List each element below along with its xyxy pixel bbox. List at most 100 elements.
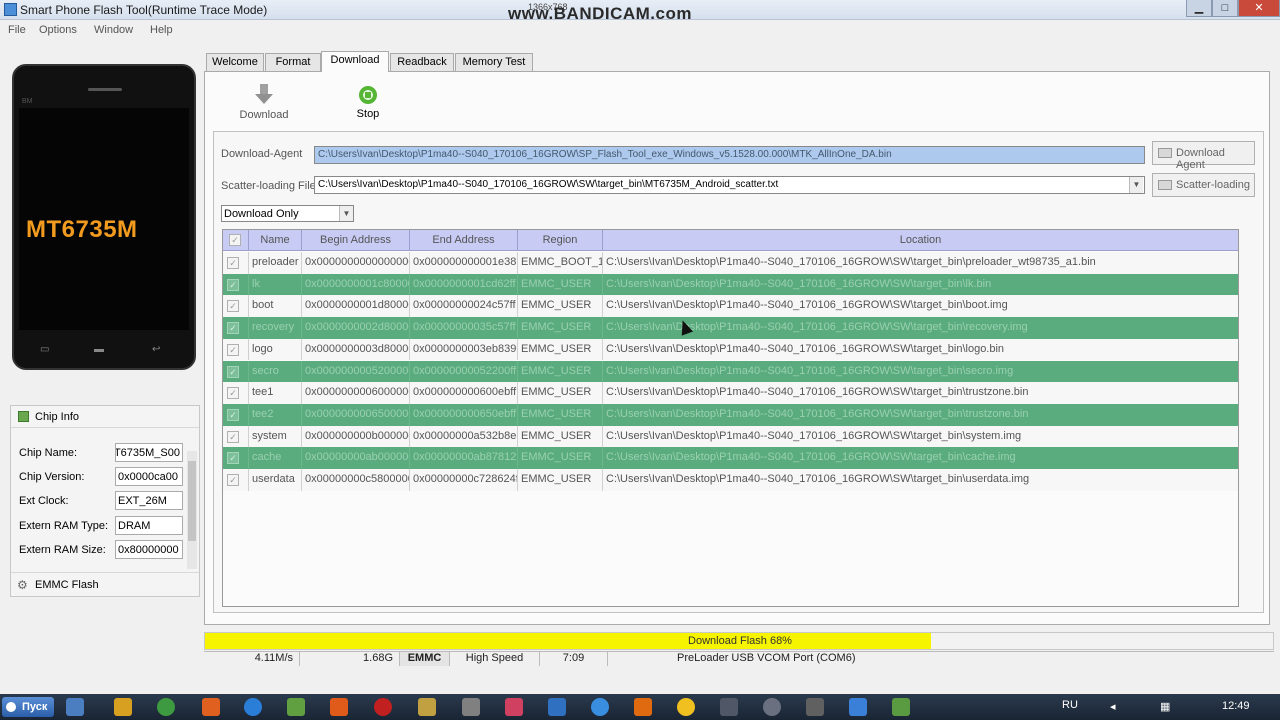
ext-clock-field[interactable]: EXT_26M xyxy=(115,491,183,510)
cell-end: 0x0000000003eb8397 xyxy=(410,338,518,361)
menu-window[interactable]: Window xyxy=(94,24,133,36)
row-checkbox[interactable]: ✓ xyxy=(227,452,239,465)
cell-begin: 0x0000000002d80000 xyxy=(302,317,410,339)
header-end-address[interactable]: End Address xyxy=(410,230,518,251)
minimize-button[interactable]: ▁ xyxy=(1186,0,1212,17)
mi-icon-2[interactable] xyxy=(634,698,652,716)
ext-clock-row: Ext Clock: EXT_26M xyxy=(19,491,189,511)
status-usb-speed: High Speed xyxy=(450,652,540,666)
back-key-icon: ↩ xyxy=(152,344,161,355)
network-icon[interactable]: ▦ xyxy=(1160,700,1170,713)
cell-name: tee1 xyxy=(249,382,302,404)
ram-size-field[interactable]: 0x80000000 xyxy=(115,540,183,559)
download-mode-select[interactable]: Download Only ▼ xyxy=(221,205,354,222)
maximize-button[interactable]: □ xyxy=(1212,0,1238,17)
app-icon[interactable] xyxy=(462,698,480,716)
tab-download[interactable]: Download xyxy=(321,51,389,72)
mi-icon[interactable] xyxy=(202,698,220,716)
app2-icon[interactable] xyxy=(505,698,523,716)
chrome-icon[interactable] xyxy=(157,698,175,716)
menu-options[interactable]: Options xyxy=(39,24,77,36)
select-all-checkbox[interactable]: ✓ xyxy=(229,234,241,246)
skype-icon[interactable] xyxy=(591,698,609,716)
table-row[interactable]: ✓ userdata 0x00000000c5800000 0x00000000c72… xyxy=(223,469,1238,491)
chip-version-field[interactable]: 0x0000ca00 xyxy=(115,467,183,486)
table-row[interactable]: ✓ tee1 0x0000000006000000 0x000000000600ebf… xyxy=(223,382,1238,404)
folder-icon xyxy=(1158,148,1172,158)
row-checkbox[interactable]: ✓ xyxy=(227,278,239,291)
home-key-icon: ▬ xyxy=(94,344,104,355)
chip-info-scrollbar[interactable] xyxy=(187,451,197,569)
internet-explorer-icon[interactable] xyxy=(244,698,262,716)
row-checkbox[interactable]: ✓ xyxy=(227,257,239,269)
table-row[interactable]: ✓ secro 0x0000000005200000 0x00000000052200… xyxy=(223,360,1238,383)
row-checkbox[interactable]: ✓ xyxy=(227,343,239,356)
header-region[interactable]: Region xyxy=(518,230,603,251)
row-checkbox[interactable]: ✓ xyxy=(227,365,239,378)
menu-help[interactable]: Help xyxy=(150,24,173,36)
cell-begin: 0x0000000006500000 xyxy=(302,403,410,426)
row-checkbox[interactable]: ✓ xyxy=(227,322,239,335)
explorer-icon[interactable] xyxy=(66,698,84,716)
download-agent-field[interactable]: C:\Users\Ivan\Desktop\P1ma40--S040_17010… xyxy=(314,146,1145,164)
ram-type-field[interactable]: DRAM xyxy=(115,516,183,535)
browser-icon[interactable] xyxy=(677,698,695,716)
table-row[interactable]: ✓ boot 0x0000000001d80000 0x00000000024c57f… xyxy=(223,295,1238,318)
scrollbar-thumb[interactable] xyxy=(188,461,196,541)
clock[interactable]: 12:49 xyxy=(1222,700,1250,712)
app7-icon[interactable] xyxy=(849,698,867,716)
row-checkbox[interactable]: ✓ xyxy=(227,408,239,421)
table-row[interactable]: ✓ system 0x000000000b000000 0x00000000a532b… xyxy=(223,425,1238,448)
tab-readback[interactable]: Readback xyxy=(390,53,454,71)
emmc-flash-header[interactable]: ⚙ EMMC Flash xyxy=(11,572,199,596)
start-button[interactable]: Пуск xyxy=(2,697,54,717)
app3-icon[interactable] xyxy=(548,698,566,716)
chip-info-header[interactable]: Chip Info xyxy=(11,406,199,428)
row-checkbox[interactable]: ✓ xyxy=(227,387,239,400)
language-indicator[interactable]: RU xyxy=(1062,699,1078,711)
download-agent-button[interactable]: Download Agent xyxy=(1152,141,1255,171)
cell-location: C:\Users\Ivan\Desktop\P1ma40--S040_17010… xyxy=(606,364,1014,377)
phone-chip-label: MT6735M xyxy=(26,216,138,243)
chip-info-icon xyxy=(18,411,29,422)
scatter-loading-button[interactable]: Scatter-loading xyxy=(1152,173,1255,197)
table-row[interactable]: ✓ tee2 0x0000000006500000 0x000000000650ebf… xyxy=(223,403,1238,426)
chip-name-field[interactable]: MT6735M_S00 xyxy=(115,443,183,462)
window-title: Smart Phone Flash Tool(Runtime Trace Mod… xyxy=(20,3,268,17)
tab-format[interactable]: Format xyxy=(265,53,321,71)
header-name[interactable]: Name xyxy=(249,230,302,251)
table-row[interactable]: ✓ cache 0x00000000ab000000 0x00000000ab8781… xyxy=(223,447,1238,469)
cell-location: C:\Users\Ivan\Desktop\P1ma40--S040_17010… xyxy=(606,451,1016,464)
cell-end: 0x00000000052200ff xyxy=(410,360,518,383)
table-row[interactable]: ✓ logo 0x0000000003d80000 0x0000000003eb839… xyxy=(223,338,1238,361)
select-all-cell: ✓ xyxy=(223,230,249,251)
archive-icon[interactable] xyxy=(418,698,436,716)
row-checkbox[interactable]: ✓ xyxy=(227,300,239,313)
menu-file[interactable]: File xyxy=(8,24,26,36)
header-begin-address[interactable]: Begin Address xyxy=(302,230,410,251)
row-checkbox[interactable]: ✓ xyxy=(227,430,239,443)
cell-name: tee2 xyxy=(249,403,302,426)
row-checkbox[interactable]: ✓ xyxy=(227,474,239,486)
table-row[interactable]: ✓ preloader 0x0000000000000000 0x0000000000… xyxy=(223,252,1238,274)
flash-tool-icon[interactable] xyxy=(287,698,305,716)
firefox-icon[interactable] xyxy=(330,698,348,716)
scatter-dropdown-arrow-icon[interactable]: ▼ xyxy=(1129,177,1143,193)
header-location[interactable]: Location xyxy=(603,230,1238,251)
table-row[interactable]: ✓ lk 0x0000000001c80000 0x0000000001cd62ff E… xyxy=(223,273,1238,296)
stop-button[interactable]: Stop xyxy=(328,82,408,122)
cell-region: EMMC_USER xyxy=(518,338,603,361)
table-row[interactable]: ✓ recovery 0x0000000002d80000 0x00000000035… xyxy=(223,317,1238,339)
tab-welcome[interactable]: Welcome xyxy=(206,53,264,71)
close-button[interactable]: ✕ xyxy=(1238,0,1280,17)
tab-memory-test[interactable]: Memory Test xyxy=(455,53,533,71)
app4-icon[interactable] xyxy=(720,698,738,716)
media-player-icon[interactable] xyxy=(114,698,132,716)
bandicam-icon[interactable] xyxy=(374,698,392,716)
download-button[interactable]: Download xyxy=(224,82,304,122)
speaker-icon[interactable]: ◂ xyxy=(1110,700,1116,713)
app5-icon[interactable] xyxy=(763,698,781,716)
app6-icon[interactable] xyxy=(806,698,824,716)
flash-tool-active-icon[interactable] xyxy=(892,698,910,716)
scatter-file-field[interactable]: C:\Users\Ivan\Desktop\P1ma40--S040_17010… xyxy=(314,176,1145,194)
